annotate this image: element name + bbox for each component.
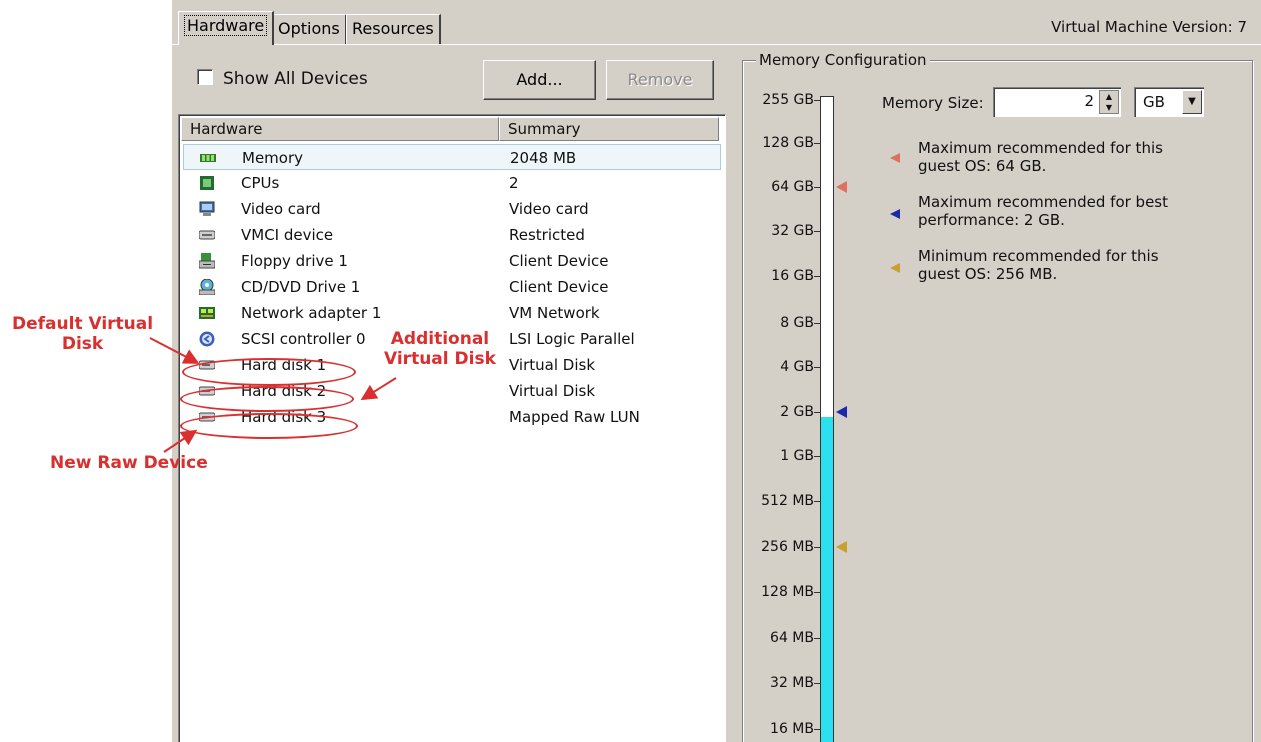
annotation-additional-virtual-disk: Additional Virtual Disk [384, 329, 496, 369]
annotation-line: Additional [390, 329, 490, 349]
annotation-new-raw-device: New Raw Device [50, 453, 208, 473]
annotation-line: Virtual Disk [384, 349, 496, 369]
annotation-line: Default Virtual [12, 314, 154, 334]
tab-hardware[interactable]: Hardware [178, 11, 275, 45]
annotation-line: Disk [61, 334, 104, 354]
arrow-raw-device [163, 429, 198, 453]
annotation-default-virtual-disk: Default Virtual Disk [12, 314, 153, 354]
arrow-default-disk [149, 337, 200, 364]
annotation-arrows [149, 337, 397, 453]
arrow-additional-disk [360, 377, 397, 401]
